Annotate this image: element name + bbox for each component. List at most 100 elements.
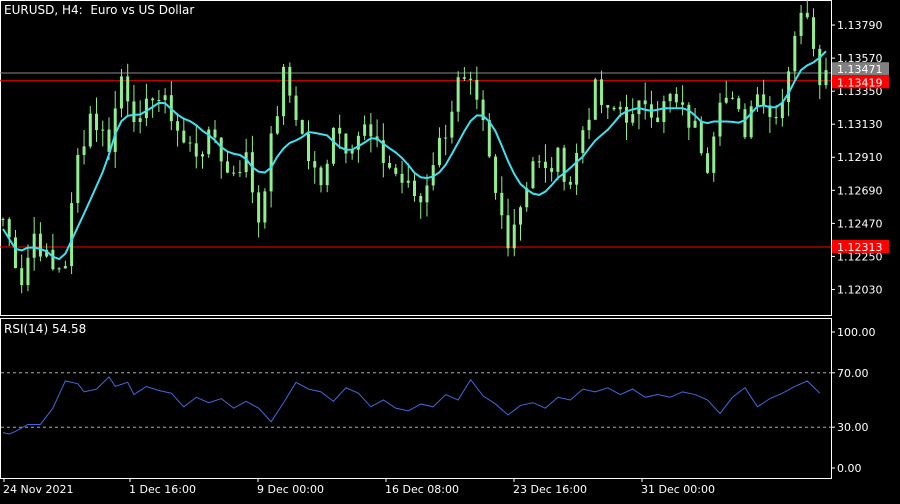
candle-body xyxy=(618,106,622,110)
rsi-tick-label: 70.00 xyxy=(837,367,869,380)
time-axis[interactable]: 24 Nov 2021 1 Dec 16:00 9 Dec 00:00 16 Dec … xyxy=(3,478,715,496)
candle xyxy=(169,81,173,131)
candle-body xyxy=(307,133,311,162)
candle-body xyxy=(593,79,597,120)
candle-body xyxy=(787,71,791,103)
candle-body xyxy=(400,173,404,183)
candle-body xyxy=(543,161,547,169)
candle xyxy=(481,90,485,132)
candle xyxy=(257,185,261,238)
candle xyxy=(338,114,342,149)
timeframe: H4 xyxy=(61,3,79,17)
price-tick-label: 1.13130 xyxy=(837,118,883,131)
candle xyxy=(225,152,229,174)
candle xyxy=(712,131,716,182)
candle-body xyxy=(662,101,666,122)
candle xyxy=(32,216,36,271)
candle-body xyxy=(693,120,697,128)
candle-body xyxy=(724,97,728,103)
candle-body xyxy=(26,257,30,286)
candle-body xyxy=(805,12,809,18)
candle xyxy=(331,127,335,167)
candle xyxy=(649,90,653,128)
candle-body xyxy=(269,133,273,192)
candle xyxy=(63,260,67,269)
candle xyxy=(88,106,92,149)
candle-body xyxy=(138,118,142,122)
candle-body xyxy=(406,180,410,183)
time-tick-label: 9 Dec 00:00 xyxy=(257,483,324,496)
candle-body xyxy=(413,180,416,196)
candle xyxy=(307,120,311,170)
candle xyxy=(51,233,55,271)
candle xyxy=(350,144,354,160)
candle-body xyxy=(624,106,628,123)
time-tick-label: 24 Nov 2021 xyxy=(3,483,73,496)
price-tick-label: 1.12910 xyxy=(837,151,883,164)
candle xyxy=(587,107,591,139)
candle xyxy=(606,104,610,119)
candle xyxy=(388,155,392,170)
candle xyxy=(531,156,535,190)
candle-body xyxy=(818,48,822,86)
price-tick-label: 1.13790 xyxy=(837,19,883,32)
candle-body xyxy=(687,104,691,128)
candle xyxy=(593,77,597,120)
rsi-tick-label: 100.00 xyxy=(837,326,876,339)
candle xyxy=(394,163,398,177)
candle-body xyxy=(774,116,778,119)
candle xyxy=(494,154,498,200)
candle-body xyxy=(88,113,92,147)
candle-body xyxy=(681,102,685,105)
candle xyxy=(550,156,554,182)
candle-body xyxy=(76,154,80,204)
candle xyxy=(188,135,192,152)
candle-body xyxy=(562,147,566,182)
candle xyxy=(126,63,130,116)
candle-body xyxy=(575,152,579,185)
candle-body xyxy=(319,167,323,186)
candle-body xyxy=(718,102,722,137)
candle-body xyxy=(419,195,423,203)
candle-body xyxy=(512,224,516,249)
candle-body xyxy=(119,76,123,109)
candle xyxy=(780,88,784,127)
candle-body xyxy=(425,185,429,203)
candle xyxy=(730,91,734,100)
candle-body xyxy=(132,101,136,122)
candle-body xyxy=(363,124,367,136)
candle xyxy=(1,217,5,227)
candle xyxy=(182,117,186,144)
candle-body xyxy=(126,76,130,102)
candle-body xyxy=(51,249,55,270)
candle-body xyxy=(600,79,604,105)
candle-body xyxy=(531,161,535,189)
candle-body xyxy=(201,154,205,157)
candle xyxy=(144,83,148,127)
candle-body xyxy=(799,12,803,36)
candle xyxy=(437,127,441,168)
candle-body xyxy=(462,77,466,79)
candle-body xyxy=(755,94,759,107)
candle xyxy=(624,94,628,141)
candle-body xyxy=(32,233,36,258)
candle xyxy=(643,82,647,120)
candle xyxy=(425,174,429,217)
candle xyxy=(344,133,348,164)
rsi-pane-border xyxy=(0,318,832,479)
price-axis[interactable]: 1.137901.135701.133501.131301.129101.126… xyxy=(831,19,883,296)
candle-body xyxy=(568,181,572,185)
price-tick-label: 1.12690 xyxy=(837,184,883,197)
candle xyxy=(413,174,416,202)
chart-canvas[interactable]: 1.137901.135701.133501.131301.129101.126… xyxy=(0,0,900,500)
candle-body xyxy=(151,98,155,101)
candle xyxy=(525,181,529,212)
candle-body xyxy=(737,98,741,110)
candle xyxy=(325,159,329,193)
candle-body xyxy=(157,99,161,101)
candle xyxy=(132,84,136,132)
candle xyxy=(101,120,105,147)
chart-window[interactable]: 1.13790 1.13570 1.13350 1.13130 1.12910 1.126… xyxy=(0,0,900,500)
candle-body xyxy=(494,156,498,193)
candle-body xyxy=(587,119,591,131)
